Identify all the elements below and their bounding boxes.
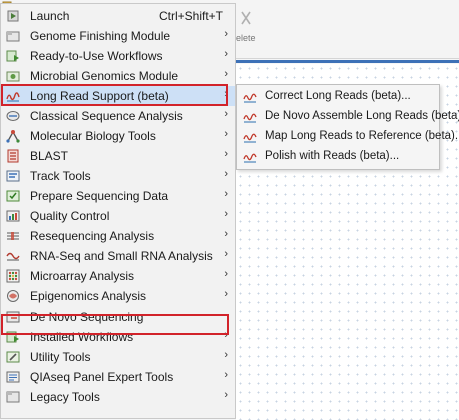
menu-item-utility-tools[interactable]: Utility Tools ›: [1, 347, 235, 367]
qiaseq-icon: [6, 371, 20, 383]
toolbox-menu: Launch Ctrl+Shift+T Genome Finishing Mod…: [0, 3, 236, 419]
epigenomics-icon: [7, 290, 19, 302]
chevron-right-icon: ›: [224, 88, 228, 100]
de-novo-icon: [6, 311, 20, 323]
blast-icon: [7, 149, 19, 163]
chevron-right-icon: ›: [224, 28, 228, 40]
microarray-icon: [6, 269, 20, 283]
chevron-right-icon: ›: [224, 288, 228, 300]
resequencing-icon: [7, 232, 19, 240]
long-read-tool-icon: [243, 113, 257, 123]
chevron-right-icon: ›: [224, 188, 228, 200]
editor-header-bar: [236, 60, 459, 63]
chevron-right-icon: ›: [224, 128, 228, 140]
long-read-tool-icon: [243, 153, 257, 163]
long-read-support-submenu: Correct Long Reads (beta)... De Novo Ass…: [236, 84, 459, 170]
menu-item-prepare-sequencing-data[interactable]: Prepare Sequencing Data ›: [1, 186, 235, 206]
menu-item-classical-sequence-analysis[interactable]: Classical Sequence Analysis ›: [1, 106, 235, 126]
classical-sequence-icon: [6, 111, 20, 121]
menu-item-legacy-tools[interactable]: Legacy Tools ›: [1, 387, 235, 407]
long-read-icon: [6, 92, 20, 102]
rna-seq-icon: [6, 252, 20, 261]
chevron-right-icon: ›: [224, 48, 228, 60]
menu-item-genome-finishing-module[interactable]: Genome Finishing Module ›: [1, 26, 235, 46]
chevron-right-icon: ›: [224, 208, 228, 220]
menu-item-quality-control[interactable]: Quality Control ›: [1, 206, 235, 226]
menu-item-microbial-genomics-module[interactable]: Microbial Genomics Module ›: [1, 66, 235, 86]
chevron-right-icon: ›: [224, 369, 228, 381]
chevron-right-icon: ›: [224, 108, 228, 120]
launch-icon: [7, 10, 19, 22]
menu-item-long-read-support[interactable]: Long Read Support (beta) ›: [1, 86, 235, 106]
installed-workflows-icon: [6, 331, 19, 343]
chevron-right-icon: ›: [224, 248, 228, 260]
menu-item-rna-seq[interactable]: RNA-Seq and Small RNA Analysis ›: [1, 246, 235, 266]
utility-tools-icon: [6, 351, 20, 363]
submenu-item-de-novo-assemble-long-reads[interactable]: De Novo Assemble Long Reads (beta)...: [237, 107, 459, 127]
long-read-tool-icon: [243, 133, 257, 143]
menu-item-molecular-biology-tools[interactable]: Molecular Biology Tools ›: [1, 126, 235, 146]
legacy-tools-icon: [6, 391, 20, 403]
prepare-data-icon: [6, 190, 20, 202]
molecular-biology-icon: [6, 130, 20, 143]
menu-item-ready-to-use-workflows[interactable]: Ready-to-Use Workflows ›: [1, 46, 235, 66]
menu-item-epigenomics-analysis[interactable]: Epigenomics Analysis ›: [1, 286, 235, 306]
chevron-right-icon: ›: [224, 329, 228, 341]
chevron-right-icon: ›: [224, 268, 228, 280]
submenu-item-polish-with-reads[interactable]: Polish with Reads (beta)...: [237, 147, 439, 167]
quality-control-icon: [6, 210, 20, 222]
menu-item-launch[interactable]: Launch Ctrl+Shift+T: [1, 6, 235, 26]
menu-item-microarray-analysis[interactable]: Microarray Analysis ›: [1, 266, 235, 286]
chevron-right-icon: ›: [224, 389, 228, 401]
genome-finishing-icon: [6, 31, 20, 42]
track-tools-icon: [6, 170, 20, 182]
menu-item-installed-workflows[interactable]: Installed Workflows ›: [1, 327, 235, 347]
submenu-item-map-long-reads[interactable]: Map Long Reads to Reference (beta)...: [237, 127, 459, 147]
submenu-item-correct-long-reads[interactable]: Correct Long Reads (beta)...: [237, 87, 439, 107]
menu-item-track-tools[interactable]: Track Tools ›: [1, 166, 235, 186]
menu-item-resequencing-analysis[interactable]: Resequencing Analysis ›: [1, 226, 235, 246]
delete-label[interactable]: elete: [236, 33, 256, 43]
chevron-right-icon: ›: [224, 168, 228, 180]
delete-icon[interactable]: [240, 10, 252, 26]
workflow-icon: [6, 50, 19, 62]
menu-item-de-novo-sequencing[interactable]: De Novo Sequencing: [1, 307, 235, 327]
chevron-right-icon: ›: [224, 148, 228, 160]
microbial-genomics-icon: [6, 71, 20, 82]
chevron-right-icon: ›: [224, 228, 228, 240]
chevron-right-icon: ›: [224, 349, 228, 361]
long-read-tool-icon: [243, 93, 257, 103]
menu-item-blast[interactable]: BLAST ›: [1, 146, 235, 166]
chevron-right-icon: ›: [224, 68, 228, 80]
menu-item-qiaseq-panel-expert-tools[interactable]: QIAseq Panel Expert Tools ›: [1, 367, 235, 387]
